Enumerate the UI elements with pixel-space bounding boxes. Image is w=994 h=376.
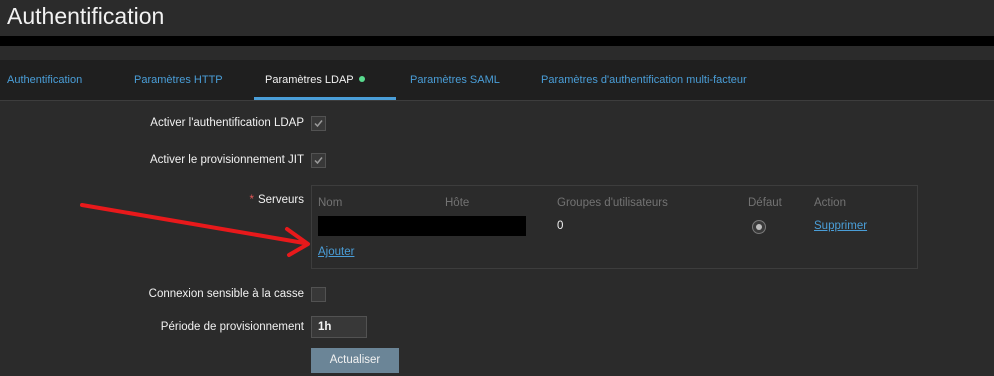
page-title: Authentification (7, 3, 165, 29)
red-arrow-annotation-icon (80, 203, 310, 257)
